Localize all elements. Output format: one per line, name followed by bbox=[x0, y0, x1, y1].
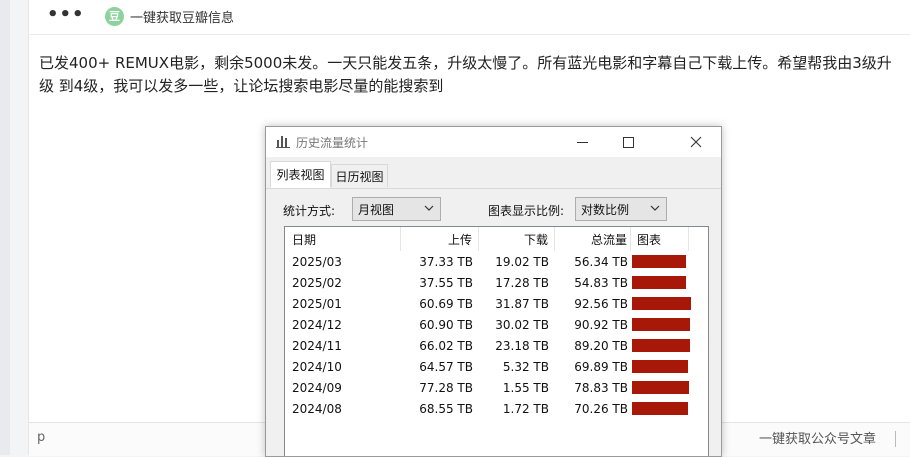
date-cell: 2025/03 bbox=[292, 254, 342, 269]
editor-toolbar: ••• 豆 一键获取豆瓣信息 bbox=[29, 0, 910, 35]
column-header-chart[interactable]: 图表 bbox=[631, 227, 689, 251]
bar-chart-icon bbox=[276, 136, 290, 148]
chart-scale-select[interactable]: 对数比例 bbox=[575, 197, 667, 221]
douban-icon: 豆 bbox=[105, 6, 124, 26]
table-row[interactable]: 2024/11 66.02 TB 23.18 TB 89.20 TB bbox=[285, 335, 708, 356]
element-path[interactable]: p bbox=[37, 430, 45, 445]
total-cell: 70.26 TB bbox=[574, 401, 628, 416]
upload-cell: 66.02 TB bbox=[419, 338, 473, 353]
wechat-fetch-button[interactable]: 一键获取公众号文章 bbox=[759, 428, 876, 447]
minimize-icon bbox=[576, 141, 588, 143]
close-icon bbox=[690, 136, 702, 148]
download-cell: 5.32 TB bbox=[502, 359, 549, 374]
download-cell: 19.02 TB bbox=[495, 254, 549, 269]
traffic-bar bbox=[632, 318, 690, 331]
download-cell: 31.87 TB bbox=[495, 296, 549, 311]
douban-fetch-label: 一键获取豆瓣信息 bbox=[130, 10, 235, 26]
date-cell: 2024/09 bbox=[292, 380, 342, 395]
table-row[interactable]: 2024/12 60.90 TB 30.02 TB 90.92 TB bbox=[285, 314, 708, 335]
download-cell: 1.72 TB bbox=[502, 401, 549, 416]
download-cell: 23.18 TB bbox=[495, 338, 549, 353]
chevron-down-icon bbox=[650, 205, 660, 211]
table-row[interactable]: 2025/02 37.55 TB 17.28 TB 54.83 TB bbox=[285, 272, 708, 293]
download-cell: 17.28 TB bbox=[495, 275, 549, 290]
view-tabs: 日历视图 列表视图 bbox=[266, 161, 721, 189]
maximize-button[interactable] bbox=[605, 127, 651, 157]
chart-scale-value: 对数比例 bbox=[581, 203, 630, 217]
close-button[interactable] bbox=[673, 127, 719, 157]
upload-cell: 37.33 TB bbox=[419, 254, 473, 269]
traffic-bar bbox=[632, 297, 691, 310]
dialog-title: 历史流量统计 bbox=[296, 136, 369, 150]
total-cell: 54.83 TB bbox=[574, 275, 628, 290]
total-cell: 92.56 TB bbox=[574, 296, 628, 311]
dialog-titlebar[interactable]: 历史流量统计 bbox=[266, 127, 721, 157]
upload-cell: 64.57 TB bbox=[419, 359, 473, 374]
chart-scale-label: 图表显示比例: bbox=[488, 204, 565, 218]
traffic-bar bbox=[632, 339, 690, 352]
table-row[interactable]: 2024/09 77.28 TB 1.55 TB 78.83 TB bbox=[285, 377, 708, 398]
total-cell: 56.34 TB bbox=[574, 254, 628, 269]
table-row[interactable]: 2024/08 68.55 TB 1.72 TB 70.26 TB bbox=[285, 398, 708, 419]
total-cell: 78.83 TB bbox=[574, 380, 628, 395]
statusbar-divider bbox=[895, 431, 896, 447]
table-row[interactable]: 2024/10 64.57 TB 5.32 TB 69.89 TB bbox=[285, 356, 708, 377]
column-header-total[interactable]: 总流量 bbox=[555, 227, 631, 251]
traffic-bar bbox=[632, 381, 689, 394]
column-header-upload[interactable]: 上传 bbox=[401, 227, 479, 251]
more-options-icon[interactable]: ••• bbox=[47, 4, 85, 25]
post-content[interactable]: 已发400+ REMUX电影，剩余5000未发。一天只能发五条，升级太慢了。所有… bbox=[39, 52, 905, 98]
stat-mode-label: 统计方式: bbox=[283, 204, 336, 218]
table-row[interactable]: 2025/01 60.69 TB 31.87 TB 92.56 TB bbox=[285, 293, 708, 314]
traffic-bar bbox=[632, 402, 688, 415]
traffic-bar bbox=[632, 276, 686, 289]
date-cell: 2024/11 bbox=[292, 338, 342, 353]
download-cell: 1.55 TB bbox=[502, 380, 549, 395]
table-row[interactable]: 2025/03 37.33 TB 19.02 TB 56.34 TB bbox=[285, 251, 708, 272]
minimize-button[interactable] bbox=[559, 127, 605, 157]
chevron-down-icon bbox=[424, 205, 434, 211]
date-cell: 2024/12 bbox=[292, 317, 342, 332]
upload-cell: 37.55 TB bbox=[419, 275, 473, 290]
tab-calendar-view[interactable]: 日历视图 bbox=[331, 164, 388, 187]
douban-fetch-button[interactable]: 豆 一键获取豆瓣信息 bbox=[105, 5, 234, 27]
total-cell: 90.92 TB bbox=[574, 317, 628, 332]
date-cell: 2024/08 bbox=[292, 401, 342, 416]
left-gutter bbox=[0, 0, 10, 455]
upload-cell: 68.55 TB bbox=[419, 401, 473, 416]
date-cell: 2025/02 bbox=[292, 275, 342, 290]
traffic-table[interactable]: 日期 上传 下载 总流量 图表 2025/03 37.33 TB 19.02 T… bbox=[284, 226, 709, 456]
date-cell: 2025/01 bbox=[292, 296, 342, 311]
upload-cell: 77.28 TB bbox=[419, 380, 473, 395]
total-cell: 89.20 TB bbox=[574, 338, 628, 353]
tab-list-view[interactable]: 列表视图 bbox=[270, 161, 331, 188]
column-header-download[interactable]: 下载 bbox=[479, 227, 555, 251]
traffic-history-dialog: 历史流量统计 日历视图 列表视图 统计方式: 月视图 图表显示比例: 对数比例 … bbox=[265, 126, 722, 457]
traffic-bar bbox=[632, 360, 688, 373]
upload-cell: 60.69 TB bbox=[419, 296, 473, 311]
maximize-icon bbox=[622, 136, 634, 148]
traffic-bar bbox=[632, 255, 686, 268]
upload-cell: 60.90 TB bbox=[419, 317, 473, 332]
date-cell: 2024/10 bbox=[292, 359, 342, 374]
table-header: 日期 上传 下载 总流量 图表 bbox=[285, 227, 708, 251]
column-header-date[interactable]: 日期 bbox=[285, 227, 401, 251]
download-cell: 30.02 TB bbox=[495, 317, 549, 332]
stat-mode-value: 月视图 bbox=[358, 203, 395, 217]
total-cell: 69.89 TB bbox=[574, 359, 628, 374]
stat-mode-select[interactable]: 月视图 bbox=[352, 197, 441, 221]
